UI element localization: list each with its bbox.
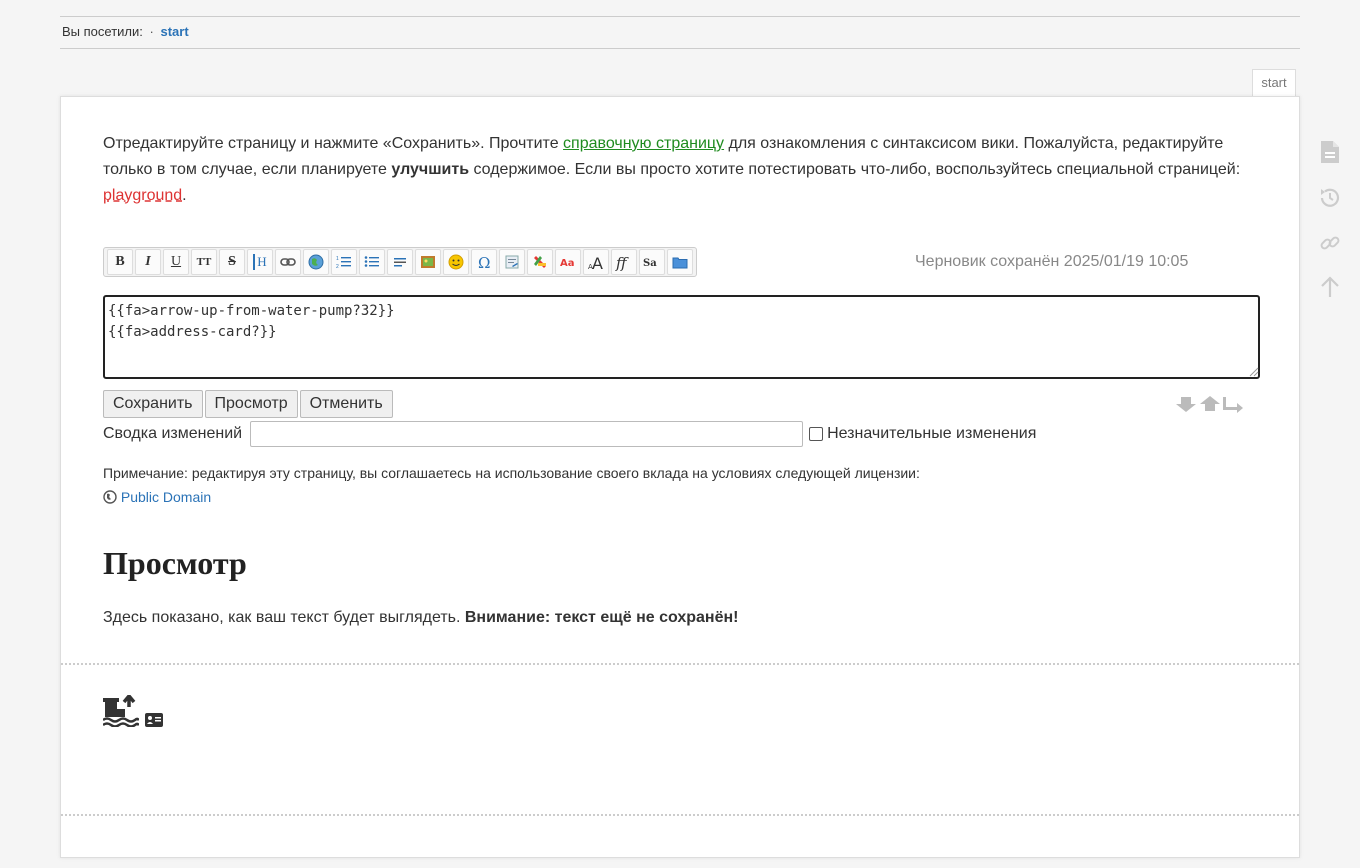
preview-note: Здесь показано, как ваш текст будет выгл… [103,609,738,627]
summary-row: Сводка изменений Незначительные изменени… [103,421,1036,447]
preview-bottom-divider [61,814,1299,816]
save-button[interactable]: Сохранить [103,390,203,418]
page-content: Отредактируйте страницу и нажмите «Сохра… [60,96,1300,858]
intro-text-4: . [182,187,187,204]
font-family-button[interactable]: ff [611,249,637,275]
svg-text:Aa: Aa [560,258,575,269]
license-notice: Примечание: редактируя эту страницу, вы … [103,461,1273,509]
smiley-icon [448,254,464,270]
link-icon [280,258,296,266]
ordered-list-button[interactable]: 12 [331,249,357,275]
signature-icon [505,255,519,269]
arrow-up-from-water-pump-icon [103,695,139,727]
svg-text:Sa: Sa [643,258,657,269]
globe-outline-icon [103,490,117,504]
preview-note-text: Здесь показано, как ваш текст будет выгл… [103,609,465,626]
media-manager-button[interactable] [667,249,693,275]
intro-text-3: содержимое. Если вы просто хотите потест… [469,161,1241,178]
license-text: Примечание: редактируя эту страницу, вы … [103,465,920,481]
heading-glyph: H [253,254,267,270]
license-link-public-domain[interactable]: Public Domain [121,489,211,505]
breadcrumb-label: Вы посетили: [62,24,143,39]
svg-text:2: 2 [336,264,339,269]
font-style-icon: Sa [643,258,657,269]
bold-button[interactable]: B [107,249,133,275]
underline-glyph: U [170,254,182,269]
underline-button[interactable]: U [163,249,189,275]
font-style-button[interactable]: Sa [639,249,665,275]
breadcrumb-separator: · [149,24,154,39]
intro-bold: улучшить [391,161,470,178]
special-chars-button[interactable]: Ω [471,249,497,275]
wrap-toggle-icon[interactable] [1223,395,1245,413]
preview-button[interactable]: Просмотр [204,390,298,418]
font-family-icon: ff [615,254,629,271]
page-id-tab: start [1252,69,1296,97]
arrow-up-icon[interactable] [1199,395,1221,413]
heading-button[interactable]: H [247,249,273,275]
omega-icon: Ω [478,254,490,270]
horizontal-rule-button[interactable] [387,249,413,275]
link-button[interactable] [275,249,301,275]
summary-input[interactable] [250,421,804,447]
preview-output [103,695,163,727]
wrap-plugin-button[interactable] [527,249,553,275]
strike-glyph: S [228,254,236,269]
playground-link[interactable]: playground [103,187,182,204]
summary-label: Сводка изменений [103,425,243,442]
monospace-button[interactable]: TT [191,249,217,275]
smiley-button[interactable] [443,249,469,275]
strike-button[interactable]: S [219,249,245,275]
external-link-button[interactable] [303,249,329,275]
minor-edit-label: Незначительные изменения [827,425,1037,442]
address-card-icon [145,713,163,727]
resize-handle-icon[interactable] [1249,367,1259,377]
preview-top-divider [61,663,1299,665]
bold-glyph: B [115,254,125,269]
svg-text:A: A [592,254,603,271]
cancel-button[interactable]: Отменить [299,390,393,418]
italic-glyph: I [145,254,151,269]
draft-status: Черновик сохранён 2025/01/19 10:05 [915,253,1189,270]
font-color-icon: Aa [560,258,575,269]
svg-text:Ω: Ω [478,254,490,270]
preview-note-warning: Внимание: текст ещё не сохранён! [464,609,739,626]
page-tools [1312,140,1348,298]
ordered-list-icon: 12 [336,256,351,269]
breadcrumb-link-start[interactable]: start [160,24,188,39]
pencil-ruler-icon [534,256,546,268]
breadcrumb: Вы посетили: · start [60,16,1300,49]
svg-text:1: 1 [336,256,339,262]
edit-intro: Отредактируйте страницу и нажмите «Сохра… [103,131,1273,209]
font-color-button[interactable]: Aa [555,249,581,275]
arrow-down-icon[interactable] [1175,395,1197,413]
italic-button[interactable]: I [135,249,161,275]
backlink-icon[interactable] [1319,232,1341,254]
arrow-up-icon[interactable] [1320,276,1340,298]
help-page-link[interactable]: справочную страницу [563,135,724,152]
edit-buttons: Сохранить Просмотр Отменить [103,390,395,418]
font-size-icon: AA [588,254,603,271]
unordered-list-icon [364,256,379,267]
file-icon[interactable] [1320,140,1340,164]
editor-size-controls [1175,395,1245,413]
folder-icon [672,257,688,269]
unordered-list-button[interactable] [359,249,385,275]
intro-text-1: Отредактируйте страницу и нажмите «Сохра… [103,135,564,152]
preview-heading: Просмотр [103,545,247,581]
globe-icon [308,254,324,270]
history-icon[interactable] [1318,186,1342,210]
minor-edit-checkbox[interactable] [809,427,824,441]
editor-toolbar: B I U TT S H 12 Ω Aa A A ff Sa [103,247,697,277]
page-scrollbar[interactable] [1360,0,1367,868]
svg-text:ff: ff [615,254,629,271]
signature-button[interactable] [499,249,525,275]
font-size-button[interactable]: AA [583,249,609,275]
image-icon [421,256,435,268]
image-button[interactable] [415,249,441,275]
horizontal-rule-icon [394,258,406,267]
monospace-glyph: TT [196,256,212,268]
wiki-text-editor[interactable] [103,295,1260,379]
